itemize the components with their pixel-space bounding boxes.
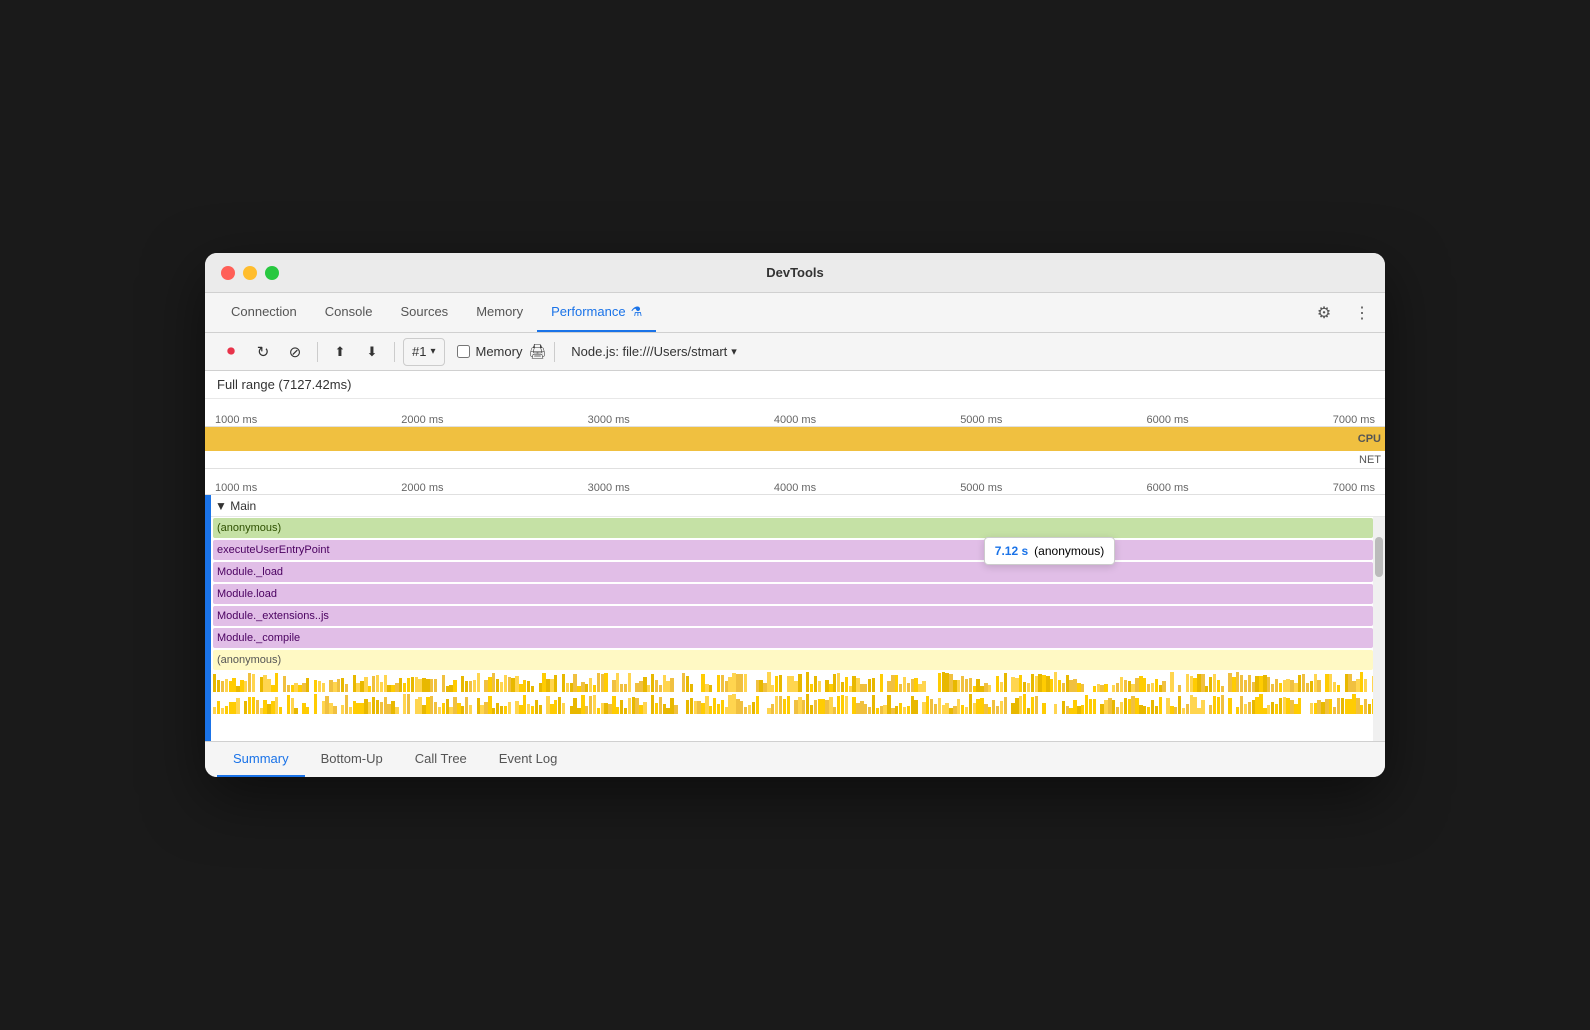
tab-summary[interactable]: Summary	[217, 742, 305, 777]
tab-sources[interactable]: Sources	[386, 293, 462, 332]
b-time-3000: 3000 ms	[588, 482, 630, 494]
tooltip-time: 7.12 s	[995, 544, 1028, 558]
b-time-7000: 7000 ms	[1333, 482, 1375, 494]
tabs-bar: Connection Console Sources Memory Perfor…	[205, 293, 1385, 333]
flame-row-anon1[interactable]: (anonymous)	[205, 517, 1385, 539]
bottom-tabs: Summary Bottom-Up Call Tree Event Log	[205, 741, 1385, 777]
profile-label: #1	[412, 344, 426, 359]
scrollbar-thumb[interactable]	[1375, 537, 1383, 577]
flame-row-module-ext[interactable]: Module._extensions..js	[205, 605, 1385, 627]
tab-connection[interactable]: Connection	[217, 293, 311, 332]
range-label: Full range (7127.42ms)	[205, 371, 1385, 399]
flame-row-module-load[interactable]: Module._load	[205, 561, 1385, 583]
time-mark-4000: 4000 ms	[774, 414, 816, 426]
devtools-window: DevTools Connection Console Sources Memo…	[205, 253, 1385, 777]
time-ruler-bottom: 1000 ms 2000 ms 3000 ms 4000 ms 5000 ms …	[205, 469, 1385, 495]
flame-rows: (anonymous) executeUserEntryPoint 7.12 s…	[205, 517, 1385, 741]
window-title: DevTools	[766, 265, 824, 280]
content-area: Full range (7127.42ms) 1000 ms 2000 ms 3…	[205, 371, 1385, 741]
close-button[interactable]	[221, 266, 235, 280]
flame-block-execute[interactable]: executeUserEntryPoint	[213, 540, 1373, 560]
memory-checkbox[interactable]: Memory 🖨	[457, 343, 547, 360]
memory-check-input[interactable]	[457, 345, 470, 358]
time-mark-5000: 5000 ms	[960, 414, 1002, 426]
tab-bottom-up[interactable]: Bottom-Up	[305, 742, 399, 777]
b-time-1000: 1000 ms	[215, 482, 257, 494]
mini-bars-row-1[interactable]: // Will generate via JS below	[205, 671, 1385, 693]
flame-row-execute[interactable]: executeUserEntryPoint 7.12 s (anonymous)	[205, 539, 1385, 561]
time-mark-3000: 3000 ms	[588, 414, 630, 426]
node-dropdown-icon: ▾	[731, 345, 737, 358]
memory-icon: 🖨	[528, 343, 546, 360]
toolbar: ⏺ ↻ ⊘ ⬆ ⬇ #1 ▾ Memory 🖨 Node.js: file://…	[205, 333, 1385, 371]
timeline-left-handle[interactable]	[205, 495, 211, 741]
maximize-button[interactable]	[265, 266, 279, 280]
flame-block-anon2[interactable]: (anonymous)	[213, 650, 1373, 670]
flame-section: 1000 ms 2000 ms 3000 ms 4000 ms 5000 ms …	[205, 469, 1385, 741]
tabs-right: ⚙ ⋮	[1313, 302, 1373, 324]
clear-button[interactable]: ⊘	[281, 338, 309, 366]
memory-check-label: Memory	[476, 344, 523, 359]
flame-block-module-load[interactable]: Module._load	[213, 562, 1373, 582]
b-time-6000: 6000 ms	[1146, 482, 1188, 494]
flame-block-module-load2[interactable]: Module.load	[213, 584, 1373, 604]
node-selector[interactable]: Node.js: file:///Users/stmart ▾	[571, 344, 737, 359]
vertical-scrollbar[interactable]	[1373, 517, 1385, 741]
separator-1	[317, 342, 318, 362]
time-mark-1000: 1000 ms	[215, 414, 257, 426]
tab-event-log[interactable]: Event Log	[483, 742, 574, 777]
mini-bars-row-2[interactable]	[205, 693, 1385, 715]
top-timeline: 1000 ms 2000 ms 3000 ms 4000 ms 5000 ms …	[205, 399, 1385, 469]
cpu-bar[interactable]: CPU	[205, 427, 1385, 451]
tab-memory[interactable]: Memory	[462, 293, 537, 332]
more-options-icon[interactable]: ⋮	[1351, 302, 1373, 324]
time-mark-7000: 7000 ms	[1333, 414, 1375, 426]
flame-row-anon2[interactable]: (anonymous)	[205, 649, 1385, 671]
flask-icon: ⚗	[631, 304, 643, 320]
net-bar[interactable]: NET	[205, 451, 1385, 469]
flame-row-module-compile[interactable]: Module._compile	[205, 627, 1385, 649]
node-label: Node.js: file:///Users/stmart	[571, 344, 727, 359]
tab-call-tree[interactable]: Call Tree	[399, 742, 483, 777]
window-controls	[221, 266, 279, 280]
settings-icon[interactable]: ⚙	[1313, 302, 1335, 324]
profile-dropdown-icon: ▾	[430, 346, 435, 357]
flame-block-anon1[interactable]: (anonymous)	[213, 518, 1373, 538]
separator-3	[554, 342, 555, 362]
reload-button[interactable]: ↻	[249, 338, 277, 366]
main-section-label: ▼ Main	[215, 499, 256, 513]
upload-button[interactable]: ⬆	[326, 338, 354, 366]
flame-block-module-compile[interactable]: Module._compile	[213, 628, 1373, 648]
time-mark-6000: 6000 ms	[1146, 414, 1188, 426]
separator-2	[394, 342, 395, 362]
b-time-2000: 2000 ms	[401, 482, 443, 494]
tab-console[interactable]: Console	[311, 293, 387, 332]
title-bar: DevTools	[205, 253, 1385, 293]
main-label-row: ▼ Main	[205, 495, 1385, 517]
time-mark-2000: 2000 ms	[401, 414, 443, 426]
empty-row	[205, 715, 1385, 741]
minimize-button[interactable]	[243, 266, 257, 280]
tab-performance[interactable]: Performance ⚗	[537, 293, 656, 332]
tooltip-label: (anonymous)	[1034, 544, 1104, 558]
flame-row-module-load2[interactable]: Module.load	[205, 583, 1385, 605]
profile-selector[interactable]: #1 ▾	[403, 338, 445, 366]
download-button[interactable]: ⬇	[358, 338, 386, 366]
flame-block-module-ext[interactable]: Module._extensions..js	[213, 606, 1373, 626]
time-ruler-top: 1000 ms 2000 ms 3000 ms 4000 ms 5000 ms …	[205, 399, 1385, 427]
net-label: NET	[1359, 454, 1381, 466]
b-time-5000: 5000 ms	[960, 482, 1002, 494]
record-button[interactable]: ⏺	[217, 338, 245, 366]
b-time-4000: 4000 ms	[774, 482, 816, 494]
time-ruler-inner-top: 1000 ms 2000 ms 3000 ms 4000 ms 5000 ms …	[205, 414, 1385, 426]
cpu-label: CPU	[1358, 433, 1381, 445]
flame-tooltip: 7.12 s (anonymous)	[984, 537, 1115, 565]
